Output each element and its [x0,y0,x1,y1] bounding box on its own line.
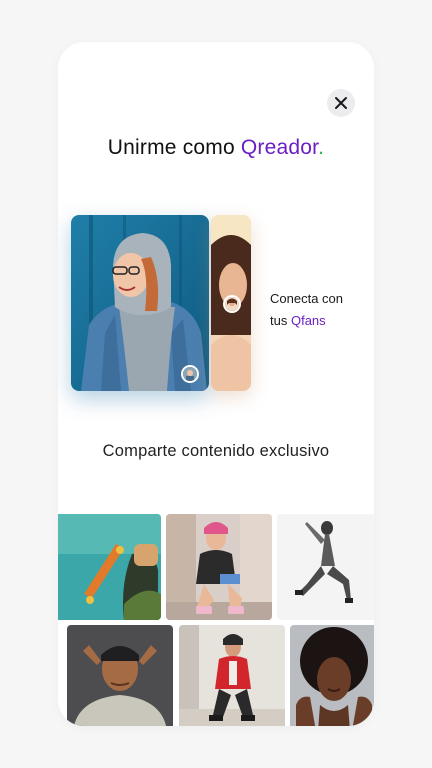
creator-avatar-badge [181,365,199,383]
connect-brand: Qfans [290,313,326,328]
connect-line-1: Conecta con [270,291,343,306]
woman-red-jacket-photo [179,625,285,726]
connect-line-2: tus Qfans [270,310,370,332]
connect-line-2-prefix: tus [270,313,291,328]
title-dot: . [318,136,325,159]
fan-avatar-badge [223,295,241,313]
skateboard-photo [58,514,161,620]
exclusive-content-subtitle: Comparte contenido exclusivo [102,442,330,460]
join-creator-card: Unirme como Qreador. Conecta con tus Qfa… [58,42,374,726]
title-prefix: Unirme como [107,136,241,159]
hero-fan-photo [211,215,251,391]
dancer-photo [277,514,374,620]
close-button[interactable] [327,89,355,117]
page-title: Unirme como Qreador. [58,136,374,160]
woman-portrait-photo [290,625,374,726]
hero-creator-photo [71,215,209,391]
man-cap-photo [67,625,173,726]
title-brand: Qreador [240,136,319,159]
rollerskater-photo [166,514,272,620]
connect-text: Conecta con tus Qfans [270,288,370,332]
close-icon [335,97,347,109]
